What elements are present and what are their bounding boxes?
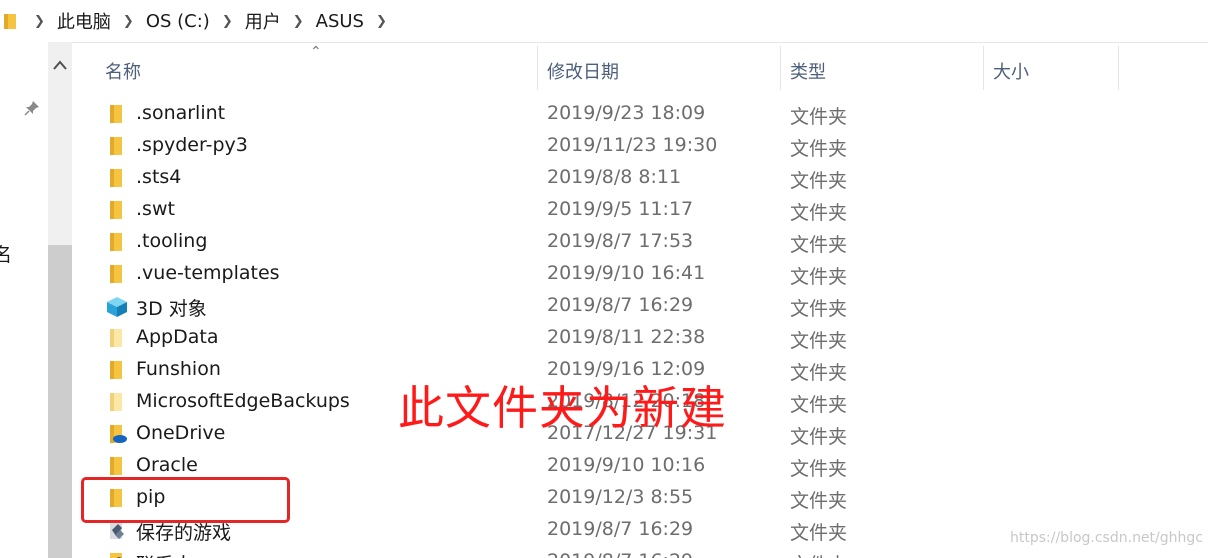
file-name[interactable]: AppData (136, 326, 219, 348)
file-type: 文件夹 (790, 362, 848, 384)
file-type: 文件夹 (790, 266, 848, 288)
breadcrumb-users[interactable]: 用户 (245, 8, 281, 34)
column-divider[interactable] (537, 46, 538, 90)
folder-icon (106, 136, 128, 156)
column-header: ⌃ 名称 修改日期 类型 大小 (72, 42, 1208, 90)
folder-icon (106, 104, 128, 124)
chevron-right-icon[interactable]: ❯ (293, 14, 304, 29)
file-name[interactable]: .tooling (136, 230, 207, 252)
chevron-right-icon[interactable]: ❯ (34, 14, 45, 29)
file-type: 文件夹 (790, 202, 848, 224)
onedrive-folder-icon (106, 424, 128, 444)
file-name[interactable]: 联系人 (136, 550, 193, 558)
annotation-highlight-box (81, 477, 290, 523)
sort-ascending-icon: ⌃ (310, 44, 322, 60)
file-type: 文件夹 (790, 106, 848, 128)
file-name[interactable]: .sonarlint (136, 102, 225, 124)
file-name[interactable]: Oracle (136, 454, 198, 476)
file-modified-date: 2019/8/7 16:29 (547, 550, 693, 558)
file-type: 文件夹 (790, 298, 848, 320)
nav-scrollbar-thumb[interactable] (48, 245, 72, 558)
breadcrumb-os-c[interactable]: OS (C:) (146, 11, 210, 32)
column-name-header[interactable]: 名称 (105, 58, 141, 84)
chevron-right-icon[interactable]: ❯ (376, 14, 387, 29)
file-name[interactable]: .sts4 (136, 166, 181, 188)
file-modified-date: 2019/9/23 18:09 (547, 102, 706, 124)
pin-icon[interactable] (24, 100, 40, 120)
table-row[interactable]: .spyder-py3 2019/11/23 19:30 文件夹 (72, 130, 1208, 162)
breadcrumb: ❯ 此电脑 ❯ OS (C:) ❯ 用户 ❯ ASUS ❯ (22, 0, 399, 42)
table-row[interactable]: 3D 对象 2019/8/7 16:29 文件夹 (72, 290, 1208, 322)
file-name[interactable]: .spyder-py3 (136, 134, 248, 156)
table-row[interactable]: .swt 2019/9/5 11:17 文件夹 (72, 194, 1208, 226)
file-modified-date: 2019/8/7 17:53 (547, 230, 694, 252)
folder-icon (2, 12, 18, 34)
column-size-header[interactable]: 大小 (993, 58, 1029, 84)
chevron-right-icon[interactable]: ❯ (123, 14, 134, 29)
watermark: https://blog.csdn.net/ghhgc (1010, 530, 1203, 546)
file-type: 文件夹 (790, 550, 847, 558)
file-name[interactable]: .vue-templates (136, 262, 280, 284)
address-bar[interactable]: ❯ 此电脑 ❯ OS (C:) ❯ 用户 ❯ ASUS ❯ (0, 0, 1208, 43)
folder-icon (106, 392, 128, 412)
saved-games-icon (106, 520, 128, 540)
file-type: 文件夹 (790, 138, 848, 160)
folder-icon (106, 168, 128, 188)
file-type: 文件夹 (790, 394, 848, 416)
file-type: 文件夹 (790, 490, 848, 512)
folder-icon (106, 328, 128, 348)
contacts-icon (106, 552, 128, 558)
folder-icon (106, 360, 128, 380)
file-modified-date: 2019/9/5 11:17 (547, 198, 694, 220)
file-name[interactable]: 3D 对象 (136, 294, 207, 321)
column-date-header[interactable]: 修改日期 (547, 58, 619, 84)
file-modified-date: 2019/12/3 8:55 (547, 486, 694, 508)
file-type: 文件夹 (790, 522, 848, 544)
scroll-up-arrow-icon[interactable] (48, 50, 72, 80)
chevron-right-icon[interactable]: ❯ (222, 14, 233, 29)
file-name[interactable]: MicrosoftEdgeBackups (136, 390, 350, 412)
nav-item-label: 名 (0, 244, 13, 266)
annotation-text: 此文件夹为新建 (398, 381, 727, 435)
file-type: 文件夹 (790, 330, 848, 352)
column-type-header[interactable]: 类型 (790, 58, 826, 84)
column-divider[interactable] (780, 46, 781, 90)
file-modified-date: 2019/8/7 16:29 (547, 518, 694, 540)
table-row[interactable]: .sonarlint 2019/9/23 18:09 文件夹 (72, 98, 1208, 130)
folder-icon (106, 264, 128, 284)
breadcrumb-this-pc[interactable]: 此电脑 (57, 8, 111, 34)
3d-objects-icon (106, 296, 128, 317)
file-modified-date: 2019/11/23 19:30 (547, 134, 718, 156)
column-divider[interactable] (983, 46, 984, 90)
folder-icon (106, 232, 128, 252)
file-modified-date: 2019/8/11 22:38 (547, 326, 706, 348)
folder-icon (106, 200, 128, 220)
breadcrumb-asus[interactable]: ASUS (316, 11, 364, 32)
table-row[interactable]: .sts4 2019/8/8 8:11 文件夹 (72, 162, 1208, 194)
navigation-pane: 名 (0, 42, 48, 558)
file-name[interactable]: .swt (136, 198, 175, 220)
table-row[interactable]: .tooling 2019/8/7 17:53 文件夹 (72, 226, 1208, 258)
file-name[interactable]: Funshion (136, 358, 221, 380)
file-type: 文件夹 (790, 458, 848, 480)
file-type: 文件夹 (790, 234, 848, 256)
file-name[interactable]: OneDrive (136, 422, 225, 444)
file-type: 文件夹 (790, 426, 848, 448)
table-row[interactable]: 联系人 2019/8/7 16:29 文件夹 (72, 546, 1208, 558)
file-modified-date: 2019/8/8 8:11 (547, 166, 682, 188)
table-row[interactable]: AppData 2019/8/11 22:38 文件夹 (72, 322, 1208, 354)
table-row[interactable]: .vue-templates 2019/9/10 16:41 文件夹 (72, 258, 1208, 290)
file-modified-date: 2019/9/10 16:41 (547, 262, 706, 284)
file-modified-date: 2019/9/10 10:16 (547, 454, 706, 476)
column-divider[interactable] (1118, 46, 1119, 90)
file-type: 文件夹 (790, 170, 848, 192)
table-row[interactable] (72, 90, 1208, 96)
folder-icon (106, 456, 128, 476)
file-modified-date: 2019/8/7 16:29 (547, 294, 694, 316)
